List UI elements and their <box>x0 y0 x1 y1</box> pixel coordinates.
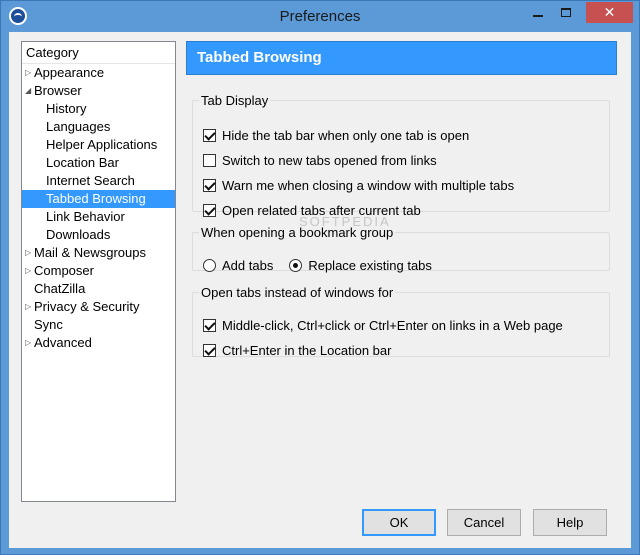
hide-tab-bar-option[interactable]: Hide the tab bar when only one tab is op… <box>203 126 469 144</box>
expand-twisty-icon[interactable]: ▷ <box>25 298 31 316</box>
warn-closing-checkbox[interactable] <box>203 178 216 192</box>
tab-display-group: Tab Display Hide the tab bar when only o… <box>192 93 610 218</box>
ctrl-enter-option[interactable]: Ctrl+Enter in the Location bar <box>203 341 391 359</box>
option-label[interactable]: Hide the tab bar when only one tab is op… <box>222 128 469 143</box>
sidebar-item-internet-search[interactable]: Internet Search <box>22 172 175 190</box>
preferences-window: Preferences ✕ Category ▷ Appearance ◢ Brow… <box>0 0 640 555</box>
preferences-panel: Tabbed Browsing Tab Display Hide the tab… <box>186 41 617 502</box>
sidebar-item-appearance[interactable]: ▷ Appearance <box>22 64 175 82</box>
expand-twisty-icon[interactable]: ▷ <box>25 262 31 280</box>
maximize-icon <box>561 8 571 17</box>
sidebar-item-sync[interactable]: Sync <box>22 316 175 334</box>
category-header: Category <box>22 42 175 64</box>
ok-button[interactable]: OK <box>362 509 436 536</box>
bookmark-group-radio-row: Add tabs Replace existing tabs <box>203 256 432 274</box>
sidebar-item-label: Privacy & Security <box>34 299 140 314</box>
hide-tab-bar-checkbox[interactable] <box>203 128 216 142</box>
replace-tabs-label[interactable]: Replace existing tabs <box>308 258 432 273</box>
middle-click-checkbox[interactable] <box>203 318 216 332</box>
title-bar[interactable]: Preferences ✕ <box>1 1 639 32</box>
switch-new-tabs-option[interactable]: Switch to new tabs opened from links <box>203 151 437 169</box>
option-label[interactable]: Ctrl+Enter in the Location bar <box>222 343 391 358</box>
close-icon: ✕ <box>603 4 616 21</box>
sidebar-item-label: Composer <box>34 263 94 278</box>
sidebar-item-location-bar[interactable]: Location Bar <box>22 154 175 172</box>
open-related-checkbox[interactable] <box>203 203 216 217</box>
panel-title: Tabbed Browsing <box>186 41 617 75</box>
help-button[interactable]: Help <box>533 509 607 536</box>
maximize-button[interactable] <box>553 2 579 23</box>
sidebar-item-history[interactable]: History <box>22 100 175 118</box>
sidebar-item-label: Advanced <box>34 335 92 350</box>
open-tabs-group: Open tabs instead of windows for Middle-… <box>192 285 610 359</box>
sidebar-item-mail-newsgroups[interactable]: ▷ Mail & Newsgroups <box>22 244 175 262</box>
option-label[interactable]: Switch to new tabs opened from links <box>222 153 437 168</box>
expand-twisty-icon[interactable]: ▷ <box>25 244 31 262</box>
middle-click-option[interactable]: Middle-click, Ctrl+click or Ctrl+Enter o… <box>203 316 563 334</box>
sidebar-item-advanced[interactable]: ▷ Advanced <box>22 334 175 352</box>
softpedia-watermark: SOFTPEDIA <box>299 214 391 229</box>
sidebar-item-label: Browser <box>34 83 82 98</box>
minimize-icon <box>533 14 543 17</box>
sidebar-item-link-behavior[interactable]: Link Behavior <box>22 208 175 226</box>
replace-tabs-radio[interactable] <box>289 258 303 272</box>
expand-twisty-icon[interactable]: ▷ <box>25 64 31 82</box>
sidebar-item-label: Mail & Newsgroups <box>34 245 146 260</box>
group-legend: Open tabs instead of windows for <box>201 285 394 300</box>
sidebar-item-privacy-security[interactable]: ▷ Privacy & Security <box>22 298 175 316</box>
bookmark-group-group: When opening a bookmark group Add tabs R… <box>192 225 610 274</box>
sidebar-item-languages[interactable]: Languages <box>22 118 175 136</box>
option-label[interactable]: Middle-click, Ctrl+click or Ctrl+Enter o… <box>222 318 563 333</box>
sidebar-item-downloads[interactable]: Downloads <box>22 226 175 244</box>
option-label[interactable]: Warn me when closing a window with multi… <box>222 178 514 193</box>
switch-new-tabs-checkbox[interactable] <box>203 153 216 167</box>
sidebar-item-label: Appearance <box>34 65 105 80</box>
sidebar-item-helper-applications[interactable]: Helper Applications <box>22 136 175 154</box>
sidebar-item-browser[interactable]: ◢ Browser <box>22 82 175 100</box>
category-tree[interactable]: Category ▷ Appearance ◢ Browser History La… <box>21 41 176 502</box>
sidebar-item-chatzilla[interactable]: ChatZilla <box>22 280 175 298</box>
close-button[interactable]: ✕ <box>586 2 633 23</box>
expand-twisty-icon[interactable]: ▷ <box>25 334 31 352</box>
sidebar-item-tabbed-browsing[interactable]: Tabbed Browsing <box>22 190 175 208</box>
ctrl-enter-checkbox[interactable] <box>203 343 216 357</box>
minimize-button[interactable] <box>525 2 551 23</box>
collapse-twisty-icon[interactable]: ◢ <box>25 82 31 100</box>
group-legend: Tab Display <box>201 93 269 108</box>
dialog-body: Category ▷ Appearance ◢ Browser History La… <box>9 32 631 548</box>
add-tabs-radio[interactable] <box>203 258 216 272</box>
cancel-button[interactable]: Cancel <box>447 509 521 536</box>
sidebar-item-composer[interactable]: ▷ Composer <box>22 262 175 280</box>
add-tabs-label[interactable]: Add tabs <box>222 258 273 273</box>
warn-closing-option[interactable]: Warn me when closing a window with multi… <box>203 176 514 194</box>
